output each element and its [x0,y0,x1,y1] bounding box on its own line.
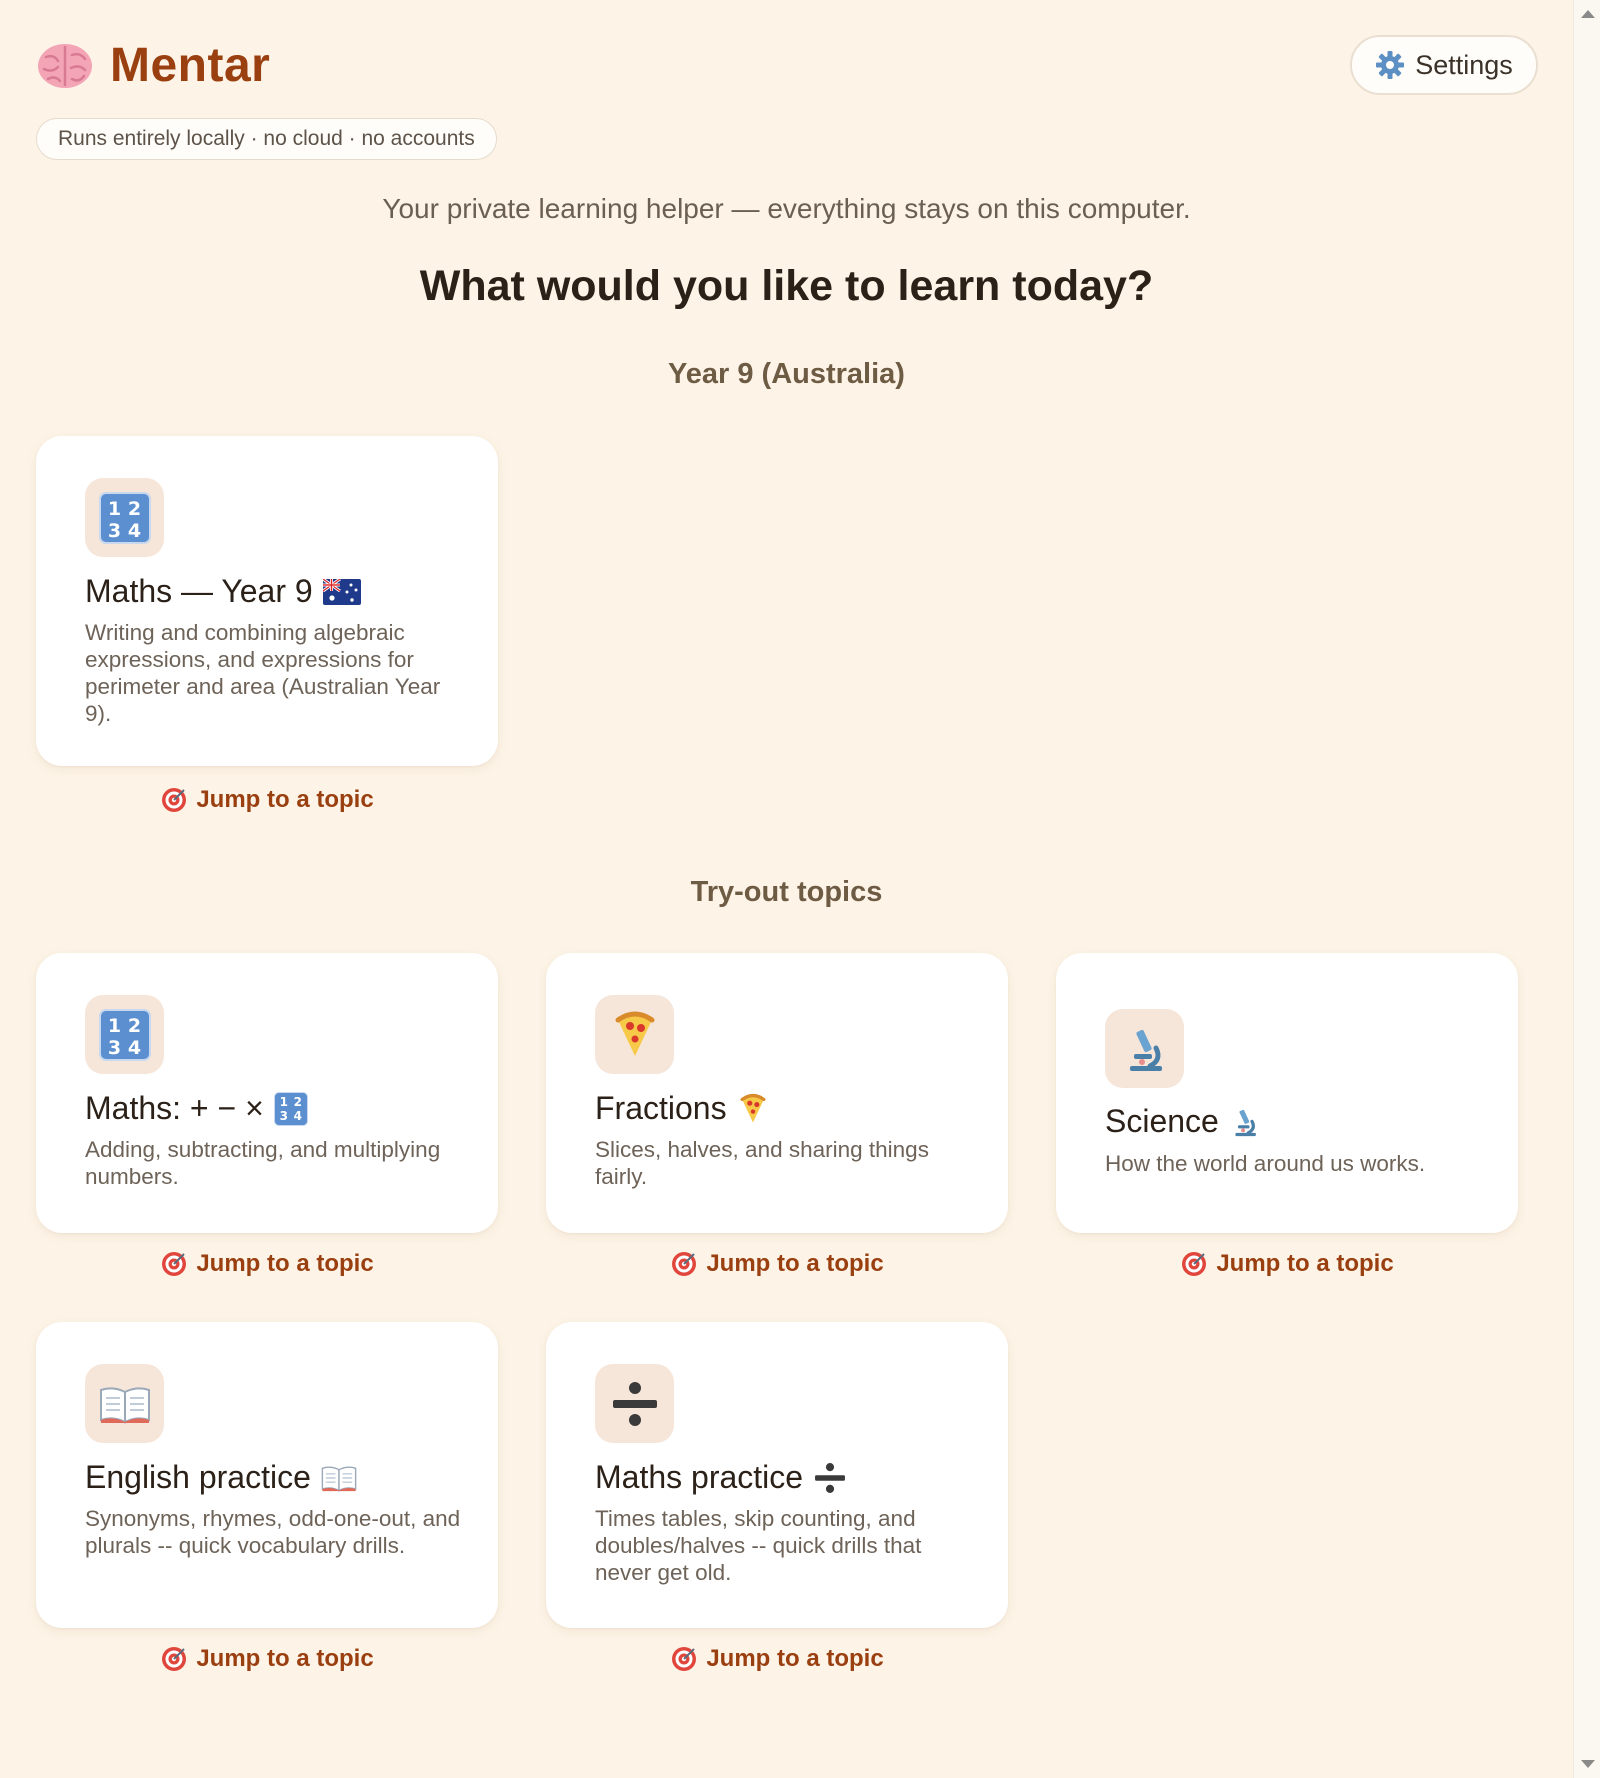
settings-button[interactable]: Settings [1350,35,1538,95]
jump-to-topic-link[interactable]: Jump to a topic [36,1250,498,1278]
card-description: How the world around us works. [1105,1151,1426,1176]
app-name: Mentar [110,39,271,92]
topic-card-science[interactable]: Science How the world around us works. [1056,953,1518,1233]
target-icon [160,1645,188,1673]
target-icon [1180,1250,1208,1278]
jump-to-topic-link[interactable]: Jump to a topic [36,1645,498,1673]
target-icon [160,1250,188,1278]
brain-icon [36,41,94,91]
microscope-icon [1105,1009,1184,1088]
page-title: What would you like to learn today? [419,262,1154,310]
numbers-icon: 1234 [85,995,164,1074]
section-title-tryout: Try-out topics [690,876,883,908]
card-title: Fractions [595,1090,769,1127]
topic-card-maths-practice[interactable]: Maths practice Times tables, skip counti… [546,1322,1008,1628]
scroll-up-arrow-icon[interactable] [1581,10,1595,18]
section-title-curriculum: Year 9 (Australia) [668,358,905,390]
jump-to-topic-link[interactable]: Jump to a topic [36,786,498,814]
divide-icon [813,1461,847,1495]
gear-icon [1375,50,1405,80]
topic-card-english-practice[interactable]: English practice Synonyms, rhymes, odd-o… [36,1322,498,1628]
card-description: Synonyms, rhymes, odd-one-out, and plura… [85,1506,461,1558]
card-title: English practice [85,1459,357,1496]
target-icon [670,1250,698,1278]
pizza-icon [737,1093,769,1125]
pizza-icon [595,995,674,1074]
target-icon [670,1645,698,1673]
card-title: Maths — Year 9 [85,573,361,610]
brand: Mentar [36,38,270,93]
book-icon [321,1464,357,1492]
book-icon [85,1364,164,1443]
card-title: Science [1105,1103,1261,1140]
card-description: Times tables, skip counting, and doubles… [595,1506,922,1585]
card-title: Maths practice [595,1459,847,1496]
jump-to-topic-link[interactable]: Jump to a topic [546,1645,1008,1673]
settings-label: Settings [1415,49,1513,80]
target-icon [160,786,188,814]
topic-card-fractions[interactable]: Fractions Slices, halves, and sharing th… [546,953,1008,1233]
tagline: Your private learning helper — everythin… [382,193,1191,224]
topic-card-maths-year9[interactable]: 1234 Maths — Year 9 Writing and combinin… [36,436,498,766]
microscope-icon [1229,1106,1261,1138]
scroll-down-arrow-icon[interactable] [1581,1760,1595,1768]
card-title: Maths: + − × 1234 [85,1090,308,1127]
local-badge-text: Runs entirely locally · no cloud · no ac… [58,127,475,150]
topic-card-maths-basic[interactable]: 1234 Maths: + − × 1234 Adding, subtracti… [36,953,498,1233]
numbers-icon: 1234 [273,1091,308,1126]
numbers-icon: 1234 [85,478,164,557]
jump-to-topic-link[interactable]: Jump to a topic [546,1250,1008,1278]
scrollbar[interactable] [1573,0,1600,1778]
local-badge: Runs entirely locally · no cloud · no ac… [36,118,497,160]
jump-to-topic-link[interactable]: Jump to a topic [1056,1250,1518,1278]
card-description: Adding, subtracting, and multiplying num… [85,1137,441,1189]
card-description: Writing and combining algebraic expressi… [85,620,441,726]
card-description: Slices, halves, and sharing things fairl… [595,1137,929,1189]
page: Mentar Settings Runs entirely locally · … [0,0,1573,1778]
australia-flag-icon [322,578,361,605]
divide-icon [595,1364,674,1443]
